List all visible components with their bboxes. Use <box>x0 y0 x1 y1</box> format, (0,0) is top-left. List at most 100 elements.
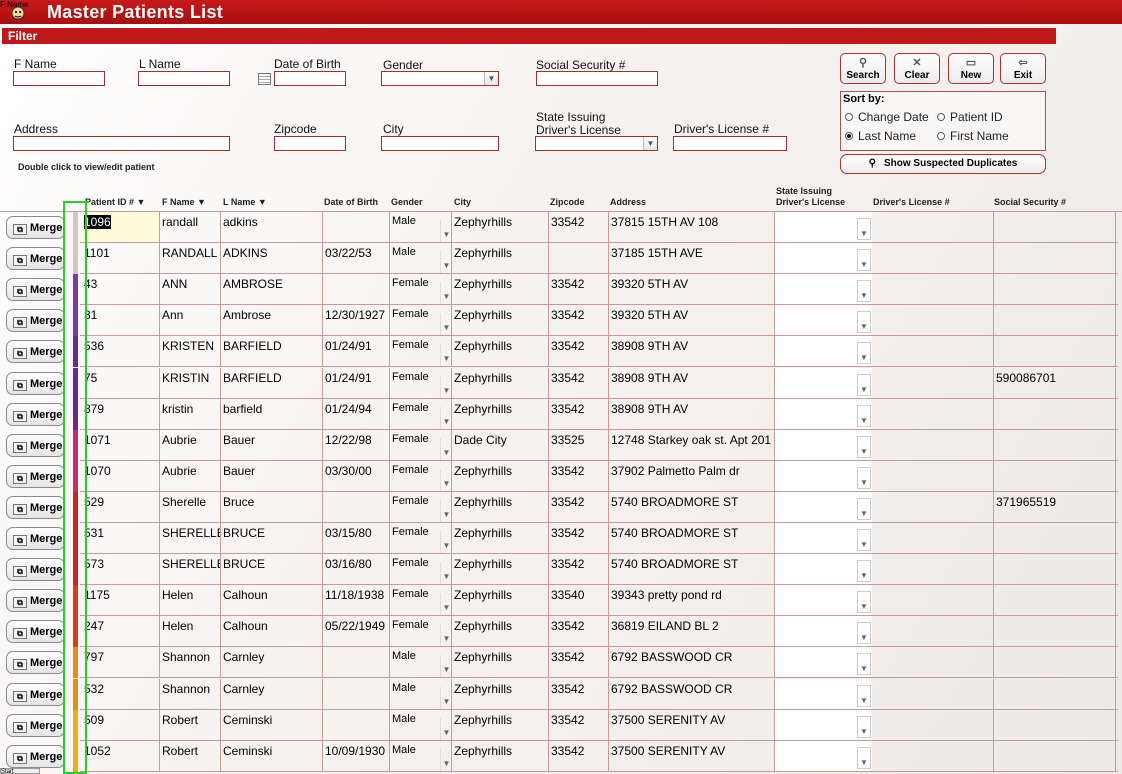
table-row[interactable]: ⧉ Merge 1071 Aubrie Bauer 12/22/98 Female ▼ Dade… <box>0 429 1122 461</box>
cell-dob[interactable]: 11/18/1938 <box>323 585 390 617</box>
chevron-down-icon[interactable]: ▼ <box>857 622 871 645</box>
cell-address[interactable]: 36819 EILAND BL 2 <box>609 616 775 648</box>
cell-address[interactable]: 39343 pretty pond rd <box>609 585 775 617</box>
cell-dob[interactable] <box>323 647 390 679</box>
cell-license[interactable] <box>872 429 994 461</box>
cell-license[interactable] <box>872 740 994 772</box>
cell-city[interactable]: Zephyrhills <box>452 491 549 523</box>
cell-address[interactable]: 5740 BROADMORE ST <box>609 491 775 523</box>
table-row[interactable]: ⧉ Merge 879 kristin barfield 01/24/94 Female ▼ Z… <box>0 398 1122 430</box>
chevron-down-icon[interactable]: ▼ <box>857 311 871 334</box>
cell-fname[interactable]: KRISTEN <box>160 336 221 368</box>
chevron-down-icon[interactable]: ▼ <box>857 497 871 520</box>
chevron-down-icon[interactable]: ▼ <box>440 313 452 336</box>
cell-lname[interactable]: BARFIELD <box>221 336 323 368</box>
merge-button[interactable]: ⧉ Merge <box>6 247 65 271</box>
cell-zipcode[interactable]: 33542 <box>549 367 609 399</box>
table-row[interactable]: ⧉ Merge 247 Helen Calhoun 05/22/1949 Female ▼ Ze… <box>0 616 1122 648</box>
cell-city[interactable]: Zephyrhills <box>452 398 549 430</box>
cell-lname[interactable]: Carnley <box>221 678 323 710</box>
merge-button[interactable]: ⧉ Merge <box>6 371 65 395</box>
cell-lname[interactable]: Ceminski <box>221 740 323 772</box>
cell-patient-id[interactable]: 573 <box>82 554 160 586</box>
cell-fname[interactable]: Helen <box>160 585 221 617</box>
cell-lname[interactable]: barfield <box>221 398 323 430</box>
table-row[interactable]: ⧉ Merge 1175 Helen Calhoun 11/18/1938 Female ▼ Z… <box>0 585 1122 617</box>
chevron-down-icon[interactable]: ▼ <box>484 72 498 85</box>
cell-fname[interactable]: Aubrie <box>160 460 221 492</box>
cell-ssn[interactable] <box>994 336 1116 368</box>
cell-address[interactable]: 38908 9TH AV <box>609 336 775 368</box>
state-select[interactable]: ▼ <box>535 136 658 151</box>
cell-lname[interactable]: BARFIELD <box>221 367 323 399</box>
sort-patient-id-radio[interactable]: Patient ID <box>937 110 1003 124</box>
cell-address[interactable]: 37815 15TH AV 108 <box>609 212 775 243</box>
cell-zipcode[interactable]: 33542 <box>549 523 609 554</box>
cell-city[interactable]: Zephyrhills <box>452 460 549 492</box>
cell-license[interactable] <box>872 274 994 306</box>
cell-ssn[interactable] <box>994 212 1116 243</box>
cell-dob[interactable]: 12/22/98 <box>323 429 390 461</box>
merge-button[interactable]: ⧉ Merge <box>6 340 65 364</box>
chevron-down-icon[interactable]: ▼ <box>440 499 452 522</box>
cell-license[interactable] <box>872 616 994 648</box>
chevron-down-icon[interactable]: ▼ <box>440 468 452 491</box>
dob-input[interactable] <box>274 71 346 86</box>
cell-patient-id[interactable]: 532 <box>82 678 160 710</box>
cell-fname[interactable]: kristin <box>160 398 221 430</box>
cell-lname[interactable]: Bauer <box>221 460 323 492</box>
cell-patient-id[interactable]: 247 <box>82 616 160 648</box>
calendar-icon[interactable] <box>258 73 271 85</box>
cell-ssn[interactable] <box>994 274 1116 306</box>
cell-ssn[interactable] <box>994 429 1116 461</box>
cell-license[interactable] <box>872 398 994 430</box>
cell-city[interactable]: Zephyrhills <box>452 647 549 679</box>
cell-lname[interactable]: Ambrose <box>221 305 323 337</box>
cell-address[interactable]: 39320 5TH AV <box>609 305 775 337</box>
cell-zipcode[interactable]: 33525 <box>549 429 609 461</box>
taskbar-start[interactable]: Start <box>0 768 40 774</box>
cell-patient-id[interactable]: 529 <box>82 491 160 523</box>
cell-dob[interactable]: 03/22/53 <box>323 243 390 275</box>
merge-button[interactable]: ⧉ Merge <box>6 216 65 239</box>
cell-address[interactable]: 12748 Starkey oak st. Apt 201 <box>609 429 775 461</box>
chevron-down-icon[interactable]: ▼ <box>440 686 452 709</box>
cell-zipcode[interactable]: 33542 <box>549 647 609 679</box>
cell-dob[interactable] <box>323 274 390 306</box>
table-row[interactable]: ⧉ Merge 529 Sherelle Bruce Female ▼ Zephyrhills… <box>0 491 1122 523</box>
cell-fname[interactable]: Shannon <box>160 647 221 679</box>
cell-fname[interactable]: ANN <box>160 274 221 306</box>
merge-button[interactable]: ⧉ Merge <box>6 309 65 333</box>
header-fname[interactable]: F Name ▼ <box>162 197 206 207</box>
chevron-down-icon[interactable]: ▼ <box>440 655 452 678</box>
chevron-down-icon[interactable]: ▼ <box>440 437 452 460</box>
cell-dob[interactable] <box>323 212 390 243</box>
cell-license[interactable] <box>872 491 994 523</box>
zipcode-input[interactable] <box>274 136 346 151</box>
cell-zipcode[interactable]: 33542 <box>549 460 609 492</box>
cell-ssn[interactable]: 371965519 <box>994 491 1116 523</box>
cell-patient-id[interactable]: 75 <box>82 367 160 399</box>
table-row[interactable]: ⧉ Merge 43 ANN AMBROSE Female ▼ Zephyrhills 3354… <box>0 274 1122 306</box>
chevron-down-icon[interactable]: ▼ <box>440 220 452 242</box>
chevron-down-icon[interactable]: ▼ <box>643 137 657 150</box>
cell-license[interactable] <box>872 212 994 243</box>
cell-ssn[interactable] <box>994 460 1116 492</box>
cell-city[interactable]: Zephyrhills <box>452 243 549 275</box>
chevron-down-icon[interactable]: ▼ <box>440 531 452 553</box>
search-button[interactable]: ⚲ Search <box>840 53 886 84</box>
cell-address[interactable]: 37185 15TH AVE <box>609 243 775 275</box>
cell-fname[interactable]: SHERELLE <box>160 523 221 554</box>
cell-dob[interactable]: 01/24/91 <box>323 336 390 368</box>
cell-license[interactable] <box>872 243 994 275</box>
cell-city[interactable]: Zephyrhills <box>452 212 549 243</box>
cell-lname[interactable]: BRUCE <box>221 523 323 554</box>
lname-input[interactable] <box>138 71 230 86</box>
cell-lname[interactable]: ADKINS <box>221 243 323 275</box>
chevron-down-icon[interactable]: ▼ <box>440 624 452 647</box>
cell-ssn[interactable] <box>994 585 1116 617</box>
cell-ssn[interactable] <box>994 554 1116 586</box>
cell-license[interactable] <box>872 678 994 710</box>
cell-address[interactable]: 38908 9TH AV <box>609 398 775 430</box>
cell-city[interactable]: Zephyrhills <box>452 523 549 554</box>
